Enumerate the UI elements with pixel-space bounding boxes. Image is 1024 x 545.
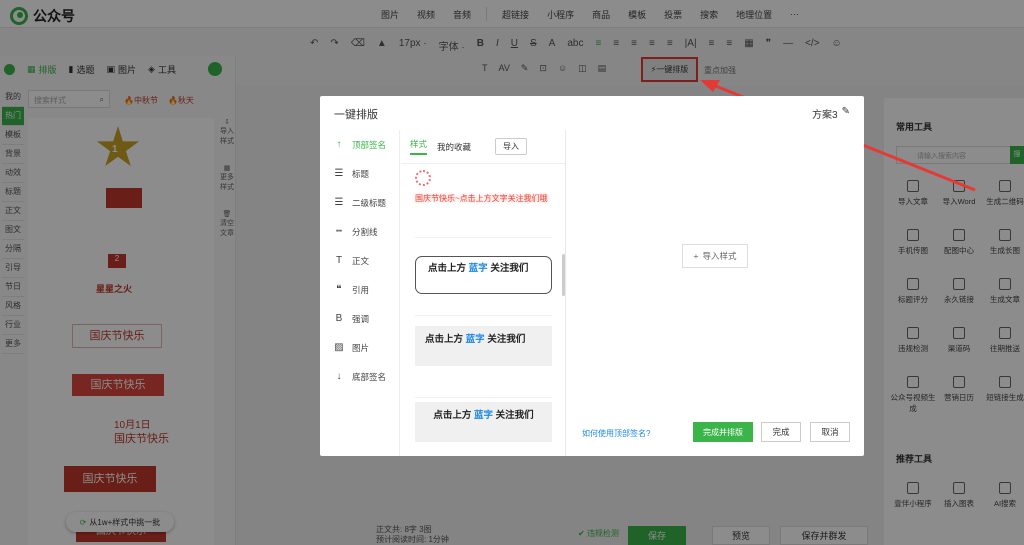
- card-4-prefix: 点击上方: [433, 410, 472, 421]
- style-card-4-box: 点击上方 蓝字 关注我们: [415, 402, 552, 442]
- dialog-title: 一键排版: [334, 109, 378, 121]
- nav-item-icon: B: [335, 313, 343, 324]
- card-2-blue: 蓝字: [468, 263, 488, 274]
- card-3-prefix: 点击上方: [425, 334, 464, 345]
- style-card-1-text: 国庆节快乐~点击上方文字关注我们哦: [415, 194, 548, 203]
- cancel-button[interactable]: 取消: [810, 422, 850, 442]
- finish-and-layout-button[interactable]: 完成并排版: [693, 422, 753, 442]
- nav-item-icon: ▨: [334, 342, 344, 353]
- style-tabs: 样式 我的收藏 导入: [401, 130, 565, 164]
- nav-item[interactable]: ▨ 图片: [320, 333, 399, 362]
- style-card-3-box: 点击上方 蓝字 关注我们: [415, 326, 552, 366]
- nav-item[interactable]: ┅ 分割线: [320, 217, 399, 246]
- card-3-blue: 蓝字: [465, 334, 485, 345]
- one-click-layout-dialog: 一键排版 方案3 ✎ ↑ 顶部签名 ☰ 标题 ☰ 二级标题 ┅ 分割线 T 正文 ❝ 引用 B 强调 ▨ 图片…: [320, 96, 864, 456]
- nav-item-label: 引用: [352, 284, 370, 295]
- nav-item-label: 二级标题: [352, 197, 387, 208]
- style-card-4[interactable]: 点击上方 蓝字 关注我们: [415, 402, 552, 456]
- plan-label: 方案3: [812, 110, 838, 121]
- nav-item-icon: ❝: [336, 284, 342, 295]
- import-style-button[interactable]: + 导入样式: [682, 244, 748, 268]
- card-2-suffix: 关注我们: [490, 263, 529, 274]
- nav-item-label: 标题: [352, 168, 370, 179]
- flower-icon: [415, 170, 431, 186]
- howto-link[interactable]: 如何使用顶部签名?: [582, 428, 650, 439]
- tab-styles[interactable]: 样式: [410, 138, 428, 155]
- nav-item-label: 底部签名: [352, 371, 387, 382]
- style-scrollbar[interactable]: [562, 254, 565, 296]
- style-card-3[interactable]: 点击上方 蓝字 关注我们: [415, 326, 552, 398]
- style-card-1[interactable]: 国庆节快乐~点击上方文字关注我们哦: [415, 166, 552, 238]
- nav-item-icon: ┅: [335, 226, 343, 237]
- nav-item-icon: T: [335, 255, 343, 266]
- nav-item-icon: ☰: [334, 168, 344, 179]
- import-style-label: 导入样式: [702, 251, 737, 261]
- finish-button[interactable]: 完成: [761, 422, 801, 442]
- nav-item-label: 图片: [352, 342, 370, 353]
- card-4-suffix: 关注我们: [495, 410, 534, 421]
- style-card-2-box: 点击上方 蓝字 关注我们: [415, 256, 552, 294]
- nav-item-icon: ☰: [334, 197, 344, 208]
- nav-item-label: 分割线: [352, 226, 378, 237]
- nav-item-label: 顶部签名: [352, 139, 387, 150]
- element-nav: ↑ 顶部签名 ☰ 标题 ☰ 二级标题 ┅ 分割线 T 正文 ❝ 引用 B 强调 ▨ 图片 ↓ 底部签名: [320, 130, 400, 456]
- nav-item[interactable]: ↓ 底部签名: [320, 362, 399, 391]
- tab-favorites[interactable]: 我的收藏: [437, 141, 471, 153]
- nav-item[interactable]: B 强调: [320, 304, 399, 333]
- style-card-2[interactable]: 点击上方 蓝字 关注我们: [415, 256, 552, 316]
- style-column: 样式 我的收藏 导入 国庆节快乐~点击上方文字关注我们哦 点击上方 蓝字 关注我…: [401, 130, 566, 456]
- nav-item-icon: ↑: [336, 139, 342, 150]
- import-button[interactable]: 导入: [495, 138, 528, 155]
- plus-icon: +: [693, 251, 699, 261]
- card-4-blue: 蓝字: [473, 410, 493, 421]
- nav-item-label: 正文: [352, 255, 370, 266]
- nav-item[interactable]: ↑ 顶部签名: [320, 130, 399, 159]
- nav-item[interactable]: ☰ 标题: [320, 159, 399, 188]
- edit-icon[interactable]: ✎: [842, 106, 850, 121]
- nav-item-label: 强调: [352, 313, 370, 324]
- nav-item[interactable]: T 正文: [320, 246, 399, 275]
- card-2-prefix: 点击上方: [428, 263, 467, 274]
- plan-selector[interactable]: 方案3 ✎: [812, 106, 850, 121]
- card-3-suffix: 关注我们: [487, 334, 526, 345]
- nav-item[interactable]: ☰ 二级标题: [320, 188, 399, 217]
- nav-item-icon: ↓: [336, 371, 342, 382]
- nav-item[interactable]: ❝ 引用: [320, 275, 399, 304]
